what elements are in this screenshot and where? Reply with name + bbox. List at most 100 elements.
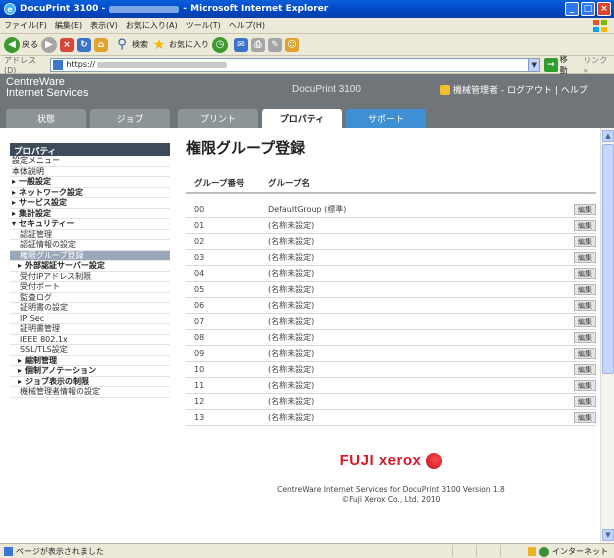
vertical-scrollbar[interactable]: ▲ ▼ — [600, 128, 614, 543]
edit-button[interactable]: 編集 — [574, 316, 596, 327]
group-number: 10 — [194, 365, 205, 374]
edit-button[interactable]: 編集 — [574, 220, 596, 231]
sidebar-item-network[interactable]: ▸ ネットワーク設定 — [10, 187, 170, 198]
mail-button[interactable]: ✉ — [234, 37, 248, 52]
sidebar-item-annotation[interactable]: ▸ 個制アノテーション — [10, 366, 170, 377]
sidebar-item-admin-info[interactable]: 機械管理者情報の設定 — [10, 387, 170, 398]
edit-button[interactable]: 編集 — [574, 332, 596, 343]
edit-button[interactable]: 編集 — [574, 252, 596, 263]
address-input[interactable]: https:// — [50, 57, 530, 72]
table-row: 10 (名称未設定) 編集 — [186, 362, 596, 378]
history-icon: ◷ — [212, 36, 228, 53]
security-zone: インターネット — [528, 546, 608, 557]
sidebar-item-ip-filter[interactable]: 受付IPアドレス制限 — [10, 272, 170, 282]
user-links-text[interactable]: 機械管理者 - ログアウト | ヘルプ — [453, 83, 588, 96]
scroll-up-icon[interactable]: ▲ — [602, 130, 614, 142]
menu-tools[interactable]: ツール(T) — [186, 20, 221, 31]
table-row: 03 (名称未設定) 編集 — [186, 250, 596, 266]
menu-edit[interactable]: 編集(E) — [55, 20, 82, 31]
history-button[interactable]: ◷ — [212, 36, 228, 53]
sidebar-item-control[interactable]: ▸ 縮制管理 — [10, 356, 170, 366]
sidebar-item-settings-menu[interactable]: 設定メニュー — [10, 156, 170, 167]
column-header-name: グループ名 — [268, 179, 310, 189]
tab-properties[interactable]: プロパティ — [262, 109, 342, 128]
expand-arrow-icon: ▸ — [12, 198, 17, 207]
tab-jobs[interactable]: ジョブ — [90, 109, 170, 128]
page-title: 権限グループ登録 — [186, 139, 306, 157]
back-button[interactable]: ◀ 戻る — [4, 36, 38, 53]
sidebar-item-ieee8021x[interactable]: IEEE 802.1x — [10, 335, 170, 345]
edit-button[interactable]: 編集 — [574, 284, 596, 295]
user-icon — [440, 84, 450, 95]
favorites-button[interactable]: ★ お気に入り — [151, 37, 209, 53]
sidebar-item-auth-management[interactable]: 認証管理 — [10, 230, 170, 240]
edit-button[interactable]: 編集 — [574, 236, 596, 247]
sidebar-item-ipsec[interactable]: IP Sec — [10, 314, 170, 324]
sidebar-item-label: セキュリティー — [19, 219, 75, 228]
group-number: 01 — [194, 221, 205, 230]
sidebar-item-external-auth[interactable]: ▸ 外部認証サーバー設定 — [10, 261, 170, 272]
sidebar-item-auth-info[interactable]: 認証情報の設定 — [10, 240, 170, 251]
sidebar-item-security[interactable]: ▾ セキュリティー — [10, 219, 170, 230]
group-number: 09 — [194, 349, 205, 358]
edit-button[interactable]: 編集 — [574, 380, 596, 391]
menu-view[interactable]: 表示(V) — [90, 20, 118, 31]
refresh-button[interactable]: ↻ — [77, 37, 91, 52]
menu-file[interactable]: ファイル(F) — [4, 20, 47, 31]
back-arrow-icon: ◀ — [4, 36, 20, 53]
search-label: 検索 — [132, 40, 148, 49]
sidebar-item-audit-log[interactable]: 監査ログ — [10, 293, 170, 303]
group-name: (名称未設定) — [268, 397, 315, 406]
logo-text: FUJI xerox — [339, 452, 422, 469]
close-button[interactable]: × — [597, 2, 611, 16]
sidebar-item-certificate-settings[interactable]: 証明書の設定 — [10, 303, 170, 314]
home-button[interactable]: ⌂ — [94, 37, 108, 52]
table-row: 06 (名称未設定) 編集 — [186, 298, 596, 314]
group-name: (名称未設定) — [268, 269, 315, 278]
print-button[interactable]: ⎙ — [251, 37, 265, 52]
sidebar-item-ssl-tls[interactable]: SSL/TLS設定 — [10, 345, 170, 356]
group-name: (名称未設定) — [268, 365, 315, 374]
sidebar-item-ports[interactable]: 受付ポート — [10, 282, 170, 293]
sidebar-item-accounting[interactable]: ▸ 集計設定 — [10, 209, 170, 219]
stop-button[interactable]: × — [60, 37, 74, 52]
edit-button[interactable]: 編集 — [574, 300, 596, 311]
sidebar-item-certificate-management[interactable]: 証明書管理 — [10, 324, 170, 335]
address-url: https:// — [66, 60, 96, 69]
maximize-button[interactable]: □ — [581, 2, 595, 16]
edit-button[interactable]: 編集 — [574, 396, 596, 407]
sidebar-item-general[interactable]: ▸ 一般設定 — [10, 177, 170, 188]
messenger-button[interactable]: ☺ — [285, 37, 299, 52]
tab-support[interactable]: サポート — [346, 109, 426, 128]
edit-page-button[interactable]: ✎ — [268, 37, 282, 52]
go-button[interactable]: → 移動 — [544, 54, 575, 76]
edit-button[interactable]: 編集 — [574, 204, 596, 215]
menu-favorites[interactable]: お気に入り(A) — [126, 20, 178, 31]
links-button[interactable]: リンク » — [583, 55, 614, 75]
forward-button[interactable]: ▶ — [41, 36, 57, 53]
sidebar-item-permission-groups[interactable]: 権限グループ登録 — [10, 250, 170, 261]
edit-button[interactable]: 編集 — [574, 364, 596, 375]
minimize-button[interactable]: _ — [565, 2, 579, 16]
group-name: (名称未設定) — [268, 381, 315, 390]
search-button[interactable]: ⚲ 検索 — [114, 37, 148, 53]
user-links[interactable]: 機械管理者 - ログアウト | ヘルプ — [440, 83, 588, 96]
address-dropdown-button[interactable]: ▼ — [528, 57, 541, 72]
sidebar-item-services[interactable]: ▸ サービス設定 — [10, 198, 170, 209]
expand-arrow-icon: ▸ — [12, 187, 17, 197]
sidebar-heading: プロパティ — [10, 143, 170, 157]
scrollbar-thumb[interactable] — [602, 144, 614, 374]
tab-status[interactable]: 状態 — [6, 109, 86, 128]
tab-print[interactable]: プリント — [178, 109, 258, 128]
group-name: (名称未設定) — [268, 253, 315, 262]
sidebar-item-job-display[interactable]: ▸ ジョブ表示の制限 — [10, 377, 170, 387]
edit-button[interactable]: 編集 — [574, 412, 596, 423]
edit-button[interactable]: 編集 — [574, 268, 596, 279]
table-row: 11 (名称未設定) 編集 — [186, 378, 596, 394]
sidebar-item-description[interactable]: 本体説明 — [10, 167, 170, 177]
table-row: 07 (名称未設定) 編集 — [186, 314, 596, 330]
menu-help[interactable]: ヘルプ(H) — [229, 20, 265, 31]
scroll-down-icon[interactable]: ▼ — [602, 529, 614, 541]
expand-arrow-icon: ▸ — [18, 261, 23, 270]
edit-button[interactable]: 編集 — [574, 348, 596, 359]
